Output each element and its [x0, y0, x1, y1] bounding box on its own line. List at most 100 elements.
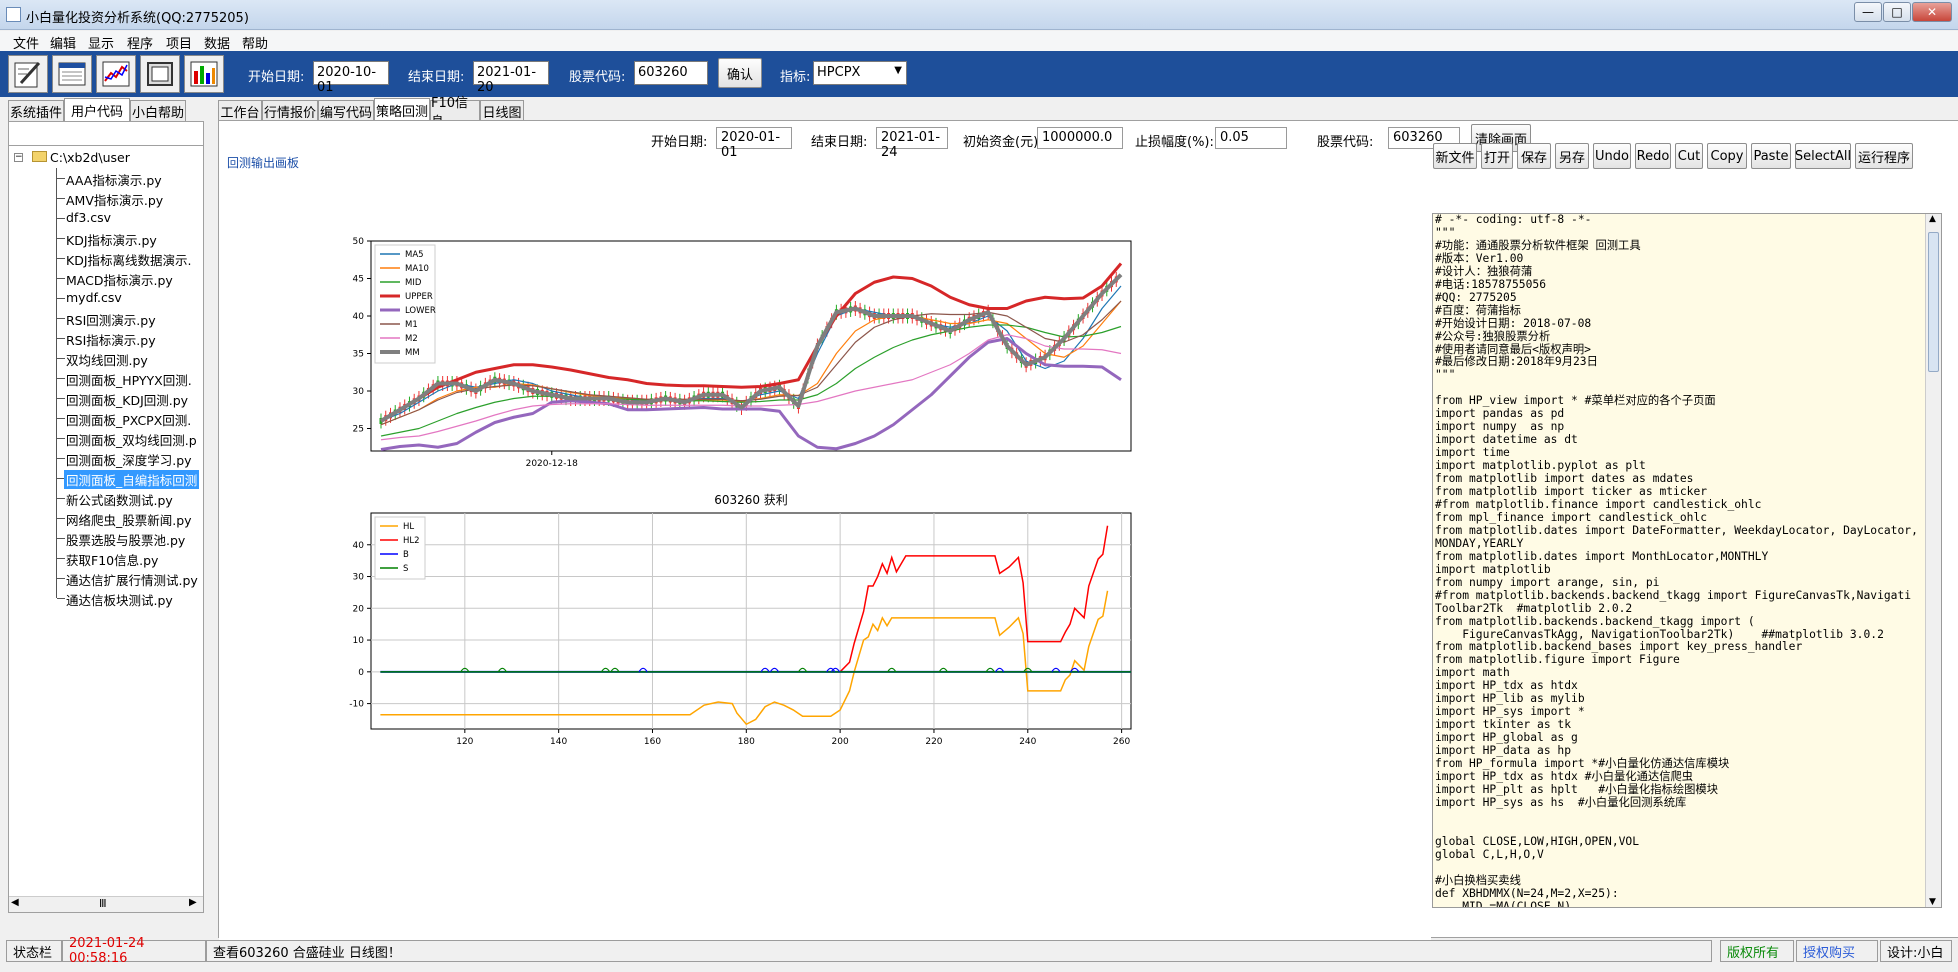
price-chart: 25 30 35 40 45 50 2020-12-18 MA5 MA10 MID UPPER LOW… — [353, 237, 1132, 469]
menu-file[interactable]: 文件 — [13, 33, 39, 52]
tab-f10[interactable]: F10信息 — [430, 96, 480, 130]
tree-item[interactable]: 网络爬虫_股票新闻.py — [9, 508, 203, 528]
tree-item[interactable]: df3.csv — [9, 208, 203, 228]
paste-button[interactable]: Paste — [1751, 143, 1791, 169]
bt-stoploss-input[interactable]: 0.05 — [1215, 127, 1287, 149]
confirm-button[interactable]: 确认 — [718, 58, 762, 88]
bar-chart-icon[interactable] — [184, 55, 224, 93]
tree-item[interactable]: 回测面板_HPYYX回测. — [9, 368, 203, 388]
scroll-thumb[interactable]: Ⅲ — [99, 897, 107, 910]
status-bar: 状态栏 2021-01-24 00:58:16 查看603260 合盛硅业 日线… — [0, 936, 1958, 972]
status-license[interactable]: 授权购买 — [1796, 940, 1878, 962]
tree-item[interactable]: 通达信扩展行情测试.py — [9, 568, 203, 588]
tree-item[interactable]: RSI回测演示.py — [9, 308, 203, 328]
stock-code-input[interactable]: 603260 — [634, 61, 708, 85]
tree-item[interactable]: 回测面板_深度学习.py — [9, 448, 203, 468]
menu-help[interactable]: 帮助 — [242, 33, 268, 52]
redo-button[interactable]: Redo — [1635, 143, 1671, 169]
tree-item[interactable]: AAA指标演示.py — [9, 168, 203, 188]
tree-branch-line — [56, 168, 66, 188]
tree-item[interactable]: 通达信板块测试.py — [9, 588, 203, 608]
close-button[interactable]: ✕ — [1912, 2, 1952, 22]
tree-item[interactable]: RSI指标演示.py — [9, 328, 203, 348]
save-as-button[interactable]: 另存 — [1555, 143, 1589, 169]
tab-workbench[interactable]: 工作台 — [218, 100, 262, 121]
tree-item[interactable]: 回测面板_PXCPX回测. — [9, 408, 203, 428]
tab-system-plugins[interactable]: 系统插件 — [8, 100, 64, 121]
tab-user-code[interactable]: 用户代码 — [64, 98, 130, 121]
tab-help[interactable]: 小白帮助 — [130, 100, 186, 121]
stock-code-label: 股票代码: — [569, 70, 626, 85]
tab-quotes[interactable]: 行情报价 — [262, 100, 318, 121]
minimize-button[interactable]: — — [1854, 2, 1882, 22]
scroll-right-icon[interactable]: ▶ — [189, 897, 197, 908]
frame-icon[interactable] — [140, 55, 180, 93]
pencil-icon[interactable] — [8, 55, 48, 93]
status-designer: 设计:小白 — [1880, 940, 1952, 962]
window-icon[interactable] — [52, 55, 92, 93]
tree-item[interactable]: 股票选股与股票池.py — [9, 528, 203, 548]
window-title: 小白量化投资分析系统(QQ:2775205) — [26, 11, 249, 26]
tree-item-label: 回测面板_PXCPX回测. — [66, 413, 192, 428]
chart-line-icon[interactable] — [96, 55, 136, 93]
code-vscrollbar[interactable]: ▲ ▼ — [1925, 214, 1941, 907]
tab-backtest[interactable]: 策略回测 — [374, 98, 430, 121]
scroll-left-icon[interactable]: ◀ — [11, 897, 19, 908]
menu-view[interactable]: 显示 — [88, 33, 114, 52]
legend-label: MID — [405, 278, 422, 288]
select-all-button[interactable]: SelectAll — [1795, 143, 1851, 169]
scroll-down-icon[interactable]: ▼ — [1929, 897, 1936, 907]
y-tick-label: 40 — [353, 541, 365, 551]
open-button[interactable]: 打开 — [1481, 143, 1513, 169]
cut-button[interactable]: Cut — [1675, 143, 1703, 169]
tree-root[interactable]: − C:\xb2d\user — [9, 148, 203, 168]
code-scroll-thumb[interactable] — [1928, 232, 1939, 372]
run-program-button[interactable]: 运行程序 — [1855, 143, 1913, 169]
tree-item[interactable]: 获取F10信息.py — [9, 548, 203, 568]
status-datetime: 2021-01-24 00:58:16 — [62, 936, 206, 966]
menu-program[interactable]: 程序 — [127, 33, 153, 52]
x-tick-label: 220 — [925, 737, 942, 747]
tree-item[interactable]: KDJ指标演示.py — [9, 228, 203, 248]
tree-item[interactable]: 回测面板_双均线回测.p — [9, 428, 203, 448]
menu-project[interactable]: 项目 — [166, 33, 192, 52]
start-date-input[interactable]: 2020-10-01 — [313, 61, 389, 95]
bt-capital-input[interactable]: 1000000.0 — [1037, 127, 1123, 149]
copy-button[interactable]: Copy — [1707, 143, 1747, 169]
maximize-button[interactable]: □ — [1883, 2, 1911, 22]
end-date-input[interactable]: 2021-01-20 — [473, 61, 549, 95]
tree-item[interactable]: 回测面板_KDJ回测.py — [9, 388, 203, 408]
tab-daily-chart[interactable]: 日线图 — [480, 100, 524, 121]
bt-start-input[interactable]: 2020-01-01 — [716, 127, 792, 160]
new-file-button[interactable]: 新文件 — [1433, 143, 1477, 169]
tree-item[interactable]: AMV指标演示.py — [9, 188, 203, 208]
tree-branch-line — [56, 428, 66, 448]
tree-item[interactable]: mydf.csv — [9, 288, 203, 308]
tree-item[interactable]: MACD指标演示.py — [9, 268, 203, 288]
code-text[interactable]: # -*- coding: utf-8 -*- """ #功能：通通股票分析软件… — [1433, 214, 1941, 907]
tree-item[interactable]: 双均线回测.py — [9, 348, 203, 368]
y-tick-label: 30 — [353, 387, 365, 397]
legend-label: HL2 — [403, 536, 420, 546]
legend-box — [374, 244, 436, 364]
tree-item[interactable]: KDJ指标离线数据演示. — [9, 248, 203, 268]
bt-end-input[interactable]: 2021-01-24 — [876, 127, 948, 160]
undo-button[interactable]: Undo — [1593, 143, 1631, 169]
save-button[interactable]: 保存 — [1517, 143, 1551, 169]
scroll-up-icon[interactable]: ▲ — [1929, 214, 1936, 224]
code-editor[interactable]: # -*- coding: utf-8 -*- """ #功能：通通股票分析软件… — [1432, 213, 1942, 908]
title-bar: 小白量化投资分析系统(QQ:2775205) — □ ✕ — [0, 0, 1958, 30]
tree-item[interactable]: 新公式函数测试.py — [9, 488, 203, 508]
y-tick-label: 40 — [353, 312, 365, 322]
tab-write-code[interactable]: 编写代码 — [318, 100, 374, 121]
legend-label: S — [403, 564, 408, 574]
tree-branch-line — [56, 488, 66, 508]
menu-edit[interactable]: 编辑 — [50, 33, 76, 52]
tree-item[interactable]: 回测面板_自编指标回测 — [9, 468, 203, 489]
indicator-select[interactable]: HPCPX ▼ — [813, 61, 907, 85]
tree-hscrollbar[interactable]: ◀ Ⅲ ▶ — [9, 896, 203, 912]
menu-data[interactable]: 数据 — [204, 33, 230, 52]
collapse-icon[interactable]: − — [14, 153, 23, 162]
bt-end-label: 结束日期: — [811, 135, 868, 150]
tree-branch-line — [56, 388, 66, 408]
